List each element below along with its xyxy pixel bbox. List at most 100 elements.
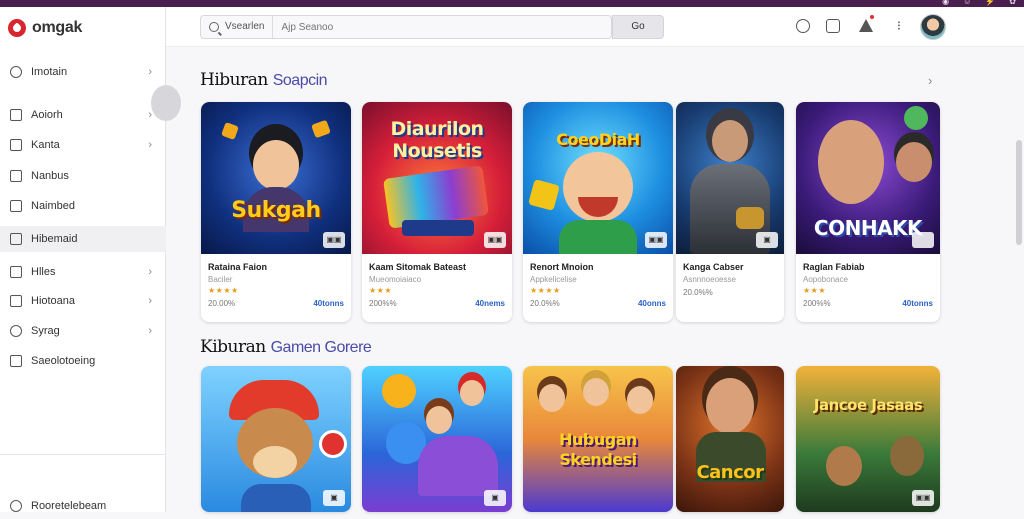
game-developer: Appkelicelise <box>530 275 577 284</box>
section-title-2: Kiburan Gamen Gorere <box>200 337 372 357</box>
game-size: 200%% <box>369 299 397 308</box>
section-title-main: Hiburan <box>200 70 268 90</box>
sidebar-item-label: Saeolotoeing <box>31 355 96 367</box>
sidebar-item-syrag[interactable]: Syrag › <box>0 318 166 344</box>
game-card[interactable]: CoeoDiaH ▣▣ Renort Mnoion Appkelicelise … <box>523 102 673 322</box>
sidebar-item-imotain[interactable]: Imotain › <box>0 59 166 85</box>
game-art: Jancoe Jasaas ▣▣ <box>796 366 940 512</box>
game-art: Hubugan Skendesi <box>523 366 673 512</box>
game-price[interactable]: 40tonns <box>902 299 933 308</box>
game-price[interactable]: 40tonns <box>313 299 344 308</box>
game-art: ▣ <box>201 366 351 512</box>
sidebar-item-naimbed[interactable]: Naimbed <box>0 193 166 219</box>
sidebar-item-kanta[interactable]: Kanta › <box>0 132 166 158</box>
game-developer: Asnnnoeoesse <box>683 275 736 284</box>
sidebar-item-hlles[interactable]: Hlles › <box>0 259 166 285</box>
tag-icon <box>10 170 22 182</box>
platform-badge <box>912 232 934 248</box>
platform-badge: ▣ <box>484 490 506 506</box>
game-art-title: Jancoe Jasaas <box>813 396 923 414</box>
game-price[interactable]: 40nems <box>475 299 505 308</box>
game-price[interactable]: 40onns <box>638 299 666 308</box>
section-title-1: Hiburan Soapcin <box>200 70 328 90</box>
bookmark-icon <box>10 295 22 307</box>
search-icon <box>209 22 219 32</box>
game-size: 200%% <box>803 299 831 308</box>
sidebar-item-aoiorh[interactable]: Aoiorh › <box>0 102 166 128</box>
chevron-right-icon: › <box>148 325 152 337</box>
sidebar-footer-item[interactable]: Rooretelebeam <box>0 493 166 519</box>
messages-icon[interactable] <box>826 19 840 33</box>
sidebar-item-label: Imotain <box>31 66 68 78</box>
section-next-chevron-icon[interactable]: › <box>928 73 932 88</box>
window-title-strip: ◉ ☺ ⚡ ✿ <box>0 0 1024 7</box>
game-card[interactable]: Jancoe Jasaas ▣▣ <box>796 366 940 512</box>
game-card[interactable]: ▣ Kanga Cabser Asnnnoeoesse 20.0%% <box>676 102 784 322</box>
chevron-right-icon: › <box>148 266 152 278</box>
game-art-title: Hubugan Skendesi <box>559 430 637 469</box>
strip-icon-1[interactable]: ◉ <box>942 0 949 6</box>
game-art: ▣ <box>676 102 784 254</box>
chevron-right-icon: › <box>148 139 152 151</box>
game-art: Cancor <box>676 366 784 512</box>
search-scope-dropdown[interactable]: Vsearlen <box>225 16 274 38</box>
game-art-title: Cancor <box>696 462 764 483</box>
sidebar-item-label: Syrag <box>31 325 60 337</box>
sidebar-item-label: Naimbed <box>31 200 76 212</box>
sidebar-item-nanbus[interactable]: Nanbus <box>0 163 166 189</box>
game-title: Kaam Sitomak Bateast <box>369 262 467 272</box>
game-card[interactable]: Sukgah ▣▣ Rataina Faion Baciler ★★★★ 20.… <box>201 102 351 322</box>
page-icon <box>10 355 22 367</box>
notification-bell-icon[interactable] <box>859 15 874 32</box>
game-art: Sukgah ▣▣ <box>201 102 351 254</box>
search-button[interactable]: Go <box>612 15 664 39</box>
app-name: omgak <box>32 19 83 36</box>
sidebar-item-hibemaid[interactable]: Hibemaid <box>0 226 166 252</box>
platform-badge: ▣▣ <box>912 490 934 506</box>
sidebar-collapse-handle[interactable] <box>151 85 181 121</box>
rating-stars: ★★★★ <box>530 286 561 295</box>
platform-badge: ▣▣ <box>484 232 506 248</box>
platform-badge: ▣ <box>756 232 778 248</box>
list-icon <box>10 139 22 151</box>
game-art: CONHAKK <box>796 102 940 254</box>
platform-badge: ▣ <box>323 490 345 506</box>
sidebar-item-label: Aoiorh <box>31 109 63 121</box>
strip-icon-3[interactable]: ⚡ <box>985 0 995 6</box>
sidebar-item-label: Hibemaid <box>31 233 78 245</box>
section-subtitle: Gamen Gorere <box>270 339 372 356</box>
game-title: Renort Mnoion <box>530 262 594 272</box>
game-art: ▣ <box>362 366 512 512</box>
game-card[interactable]: CONHAKK Raglan Fabiab Aopobonace ★★★ 200… <box>796 102 940 322</box>
circle-icon <box>10 500 22 512</box>
game-card[interactable]: ▣ <box>201 366 351 512</box>
strip-icon-4[interactable]: ✿ <box>1009 0 1016 6</box>
game-developer: Mueomoiaiaco <box>369 275 422 284</box>
game-card[interactable]: Cancor <box>676 366 784 512</box>
window-strip-icons: ◉ ☺ ⚡ ✿ <box>942 0 1016 6</box>
app-logo[interactable]: omgak <box>8 19 82 37</box>
settings-icon <box>10 66 22 78</box>
game-title: Kanga Cabser <box>683 262 744 272</box>
game-art: Diaurilon Nousetis ▣▣ <box>362 102 512 254</box>
sidebar: omgak Imotain › Aoiorh › Kanta › Nanbus … <box>0 7 166 512</box>
menu-dots-icon[interactable]: ⁝ <box>892 19 906 33</box>
game-title: Rataina Faion <box>208 262 268 272</box>
sidebar-item-label: Hlles <box>31 266 56 278</box>
strip-icon-2[interactable]: ☺ <box>963 0 971 6</box>
sidebar-item-saeolotoeing[interactable]: Saeolotoeing <box>0 348 166 374</box>
file-icon <box>10 266 22 278</box>
game-art-title: CoeoDiaH <box>556 130 640 149</box>
vertical-scrollbar[interactable] <box>1016 140 1022 245</box>
platform-badge: ▣▣ <box>645 232 667 248</box>
search-input[interactable] <box>273 16 604 38</box>
search-bar: Vsearlen <box>200 15 612 39</box>
sidebar-item-hiotoana[interactable]: Hiotoana › <box>0 288 166 314</box>
game-card[interactable]: Hubugan Skendesi <box>523 366 673 512</box>
game-card[interactable]: ▣ <box>362 366 512 512</box>
game-card[interactable]: Diaurilon Nousetis ▣▣ Kaam Sitomak Batea… <box>362 102 512 322</box>
user-avatar[interactable] <box>920 14 946 40</box>
top-header: Vsearlen Go ⁝ <box>166 7 1024 47</box>
brand-pin-icon <box>8 19 26 37</box>
activity-icon[interactable] <box>796 19 810 33</box>
